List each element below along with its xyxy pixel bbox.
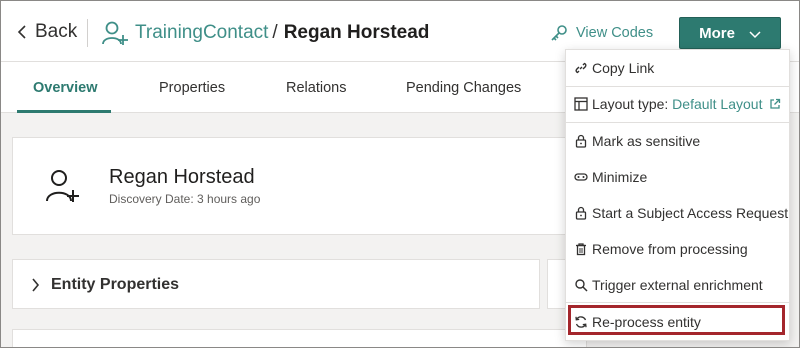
entity-summary-card: Regan Horstead Discovery Date: 3 hours a… (12, 137, 572, 235)
menu-divider (566, 302, 789, 303)
header-divider (87, 19, 88, 47)
more-label: More (699, 24, 735, 42)
trash-icon (574, 242, 588, 256)
menu-item-layout-type[interactable]: Layout type: Default Layout (566, 87, 789, 121)
more-button[interactable]: More (679, 17, 781, 49)
entity-name: Regan Horstead (109, 166, 255, 188)
breadcrumb-separator: / (272, 22, 278, 43)
external-link-icon (770, 98, 781, 109)
back-button[interactable]: Back (17, 20, 77, 44)
tab-properties[interactable]: Properties (159, 62, 225, 113)
add-person-icon (46, 170, 79, 202)
add-person-icon (102, 21, 128, 45)
bottom-card (12, 329, 587, 347)
menu-item-trigger-enrichment[interactable]: Trigger external enrichment (566, 268, 789, 302)
entity-properties-section[interactable]: Entity Properties (12, 259, 540, 309)
layout-type-value[interactable]: Default Layout (672, 96, 762, 112)
back-label: Back (35, 21, 78, 42)
menu-item-copy-link[interactable]: Copy Link (566, 51, 789, 85)
lock-icon (574, 134, 588, 148)
view-codes-label: View Codes (576, 25, 654, 41)
breadcrumb: TrainingContact / Regan Horstead (101, 19, 429, 47)
mask-icon (574, 170, 588, 184)
menu-item-label: Copy Link (592, 60, 655, 76)
menu-item-mark-sensitive[interactable]: Mark as sensitive (566, 124, 789, 158)
menu-item-label: Mark as sensitive (592, 133, 701, 149)
link-icon (574, 61, 588, 75)
lock-icon (574, 206, 588, 220)
tab-overview[interactable]: Overview (33, 62, 98, 113)
menu-item-label: Layout type: Default Layout (592, 96, 781, 112)
menu-item-remove-from-processing[interactable]: Remove from processing (566, 232, 789, 266)
menu-divider (566, 122, 789, 123)
menu-item-label: Remove from processing (592, 241, 748, 257)
section-title: Entity Properties (51, 276, 180, 293)
menu-item-label: Trigger external enrichment (592, 277, 763, 293)
active-tab-indicator (17, 110, 111, 113)
more-dropdown-menu: Copy Link Layout type: Default Layout Ma… (565, 49, 790, 341)
menu-item-subject-access-request[interactable]: Start a Subject Access Request (566, 196, 789, 230)
layout-icon (574, 97, 588, 111)
menu-item-label: Re-process entity (592, 314, 701, 330)
menu-item-label: Minimize (592, 169, 648, 185)
chevron-right-icon (32, 278, 40, 292)
search-icon (574, 278, 588, 292)
discovery-date: Discovery Date: 3 hours ago (109, 192, 261, 206)
tab-relations[interactable]: Relations (286, 62, 346, 113)
tab-pending-changes[interactable]: Pending Changes (406, 62, 521, 113)
menu-item-label: Start a Subject Access Request (592, 205, 789, 221)
page-title: Regan Horstead (283, 22, 430, 43)
menu-item-minimize[interactable]: Minimize (566, 160, 789, 194)
chevron-down-icon (749, 30, 761, 38)
chevron-left-icon (17, 25, 26, 39)
breadcrumb-entity-type[interactable]: TrainingContact (135, 22, 268, 44)
layout-type-label: Layout type: (592, 96, 669, 112)
menu-item-reprocess-entity[interactable]: Re-process entity (566, 305, 789, 339)
app-frame: Back TrainingContact / Regan Horstead Vi… (0, 0, 800, 348)
key-icon (551, 25, 567, 41)
refresh-icon (574, 315, 588, 329)
view-codes-button[interactable]: View Codes (550, 21, 653, 45)
